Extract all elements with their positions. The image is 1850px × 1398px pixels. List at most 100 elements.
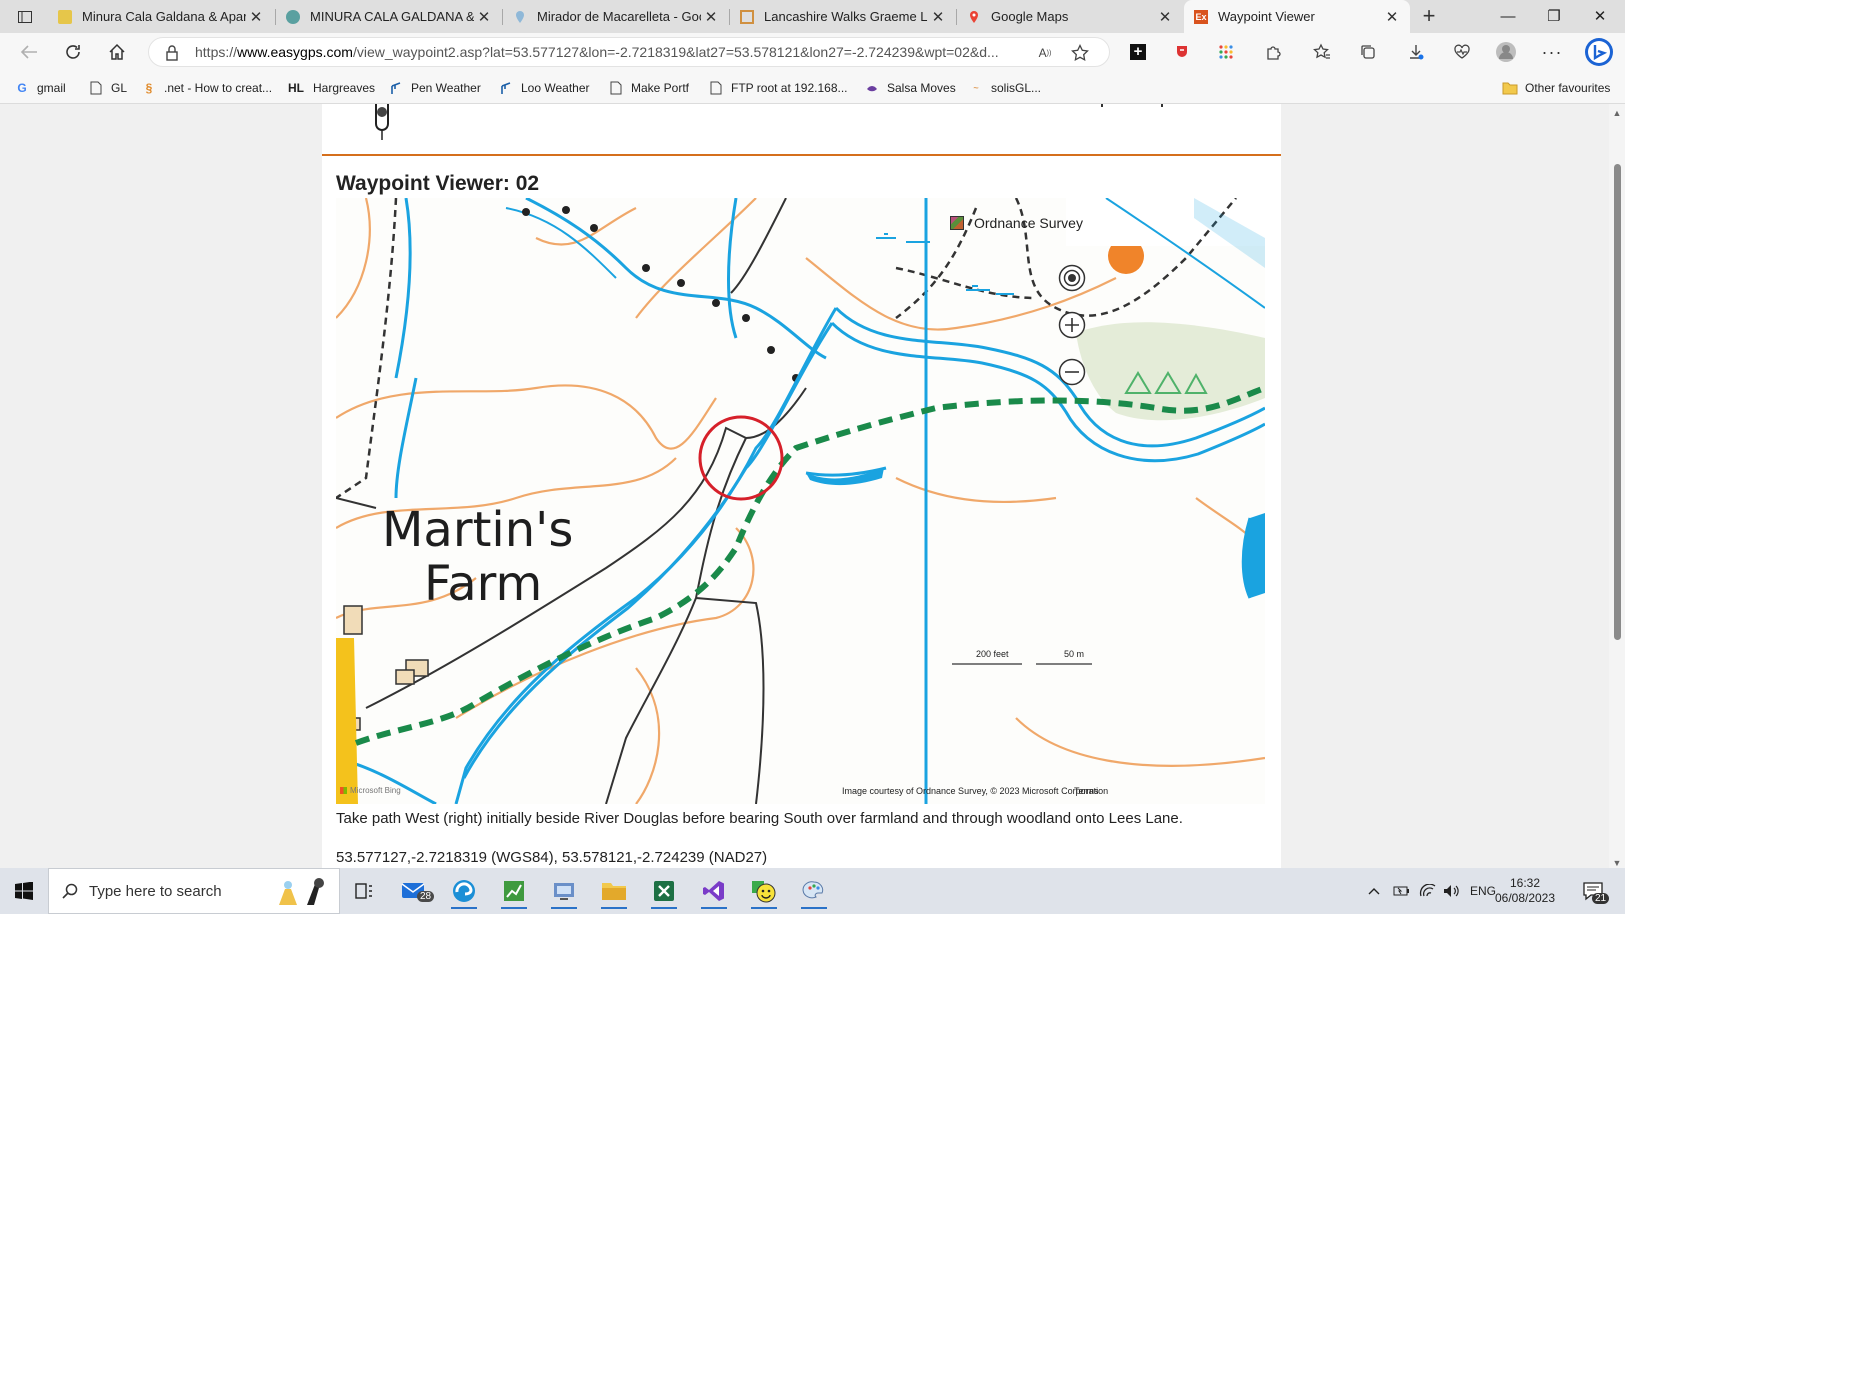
favourites-icon[interactable] xyxy=(1310,40,1334,64)
refresh-button[interactable] xyxy=(60,40,86,64)
map-place-label: Martin's xyxy=(382,502,574,558)
navigation-bar: https://www.easygps.com/view_waypoint2.a… xyxy=(0,33,1625,71)
downloads-icon[interactable] xyxy=(1404,40,1428,64)
apps-grid-icon[interactable] xyxy=(1214,40,1238,64)
minimize-button[interactable]: — xyxy=(1485,0,1531,33)
start-button[interactable] xyxy=(0,868,48,914)
scroll-down-icon[interactable]: ▼ xyxy=(1612,858,1622,868)
map-layer-selector[interactable]: Ordnance Survey xyxy=(950,212,1083,234)
wifi-tray-icon[interactable] xyxy=(1419,868,1437,914)
scrollbar-thumb[interactable] xyxy=(1614,164,1621,640)
other-favourites-folder[interactable]: Other favourites xyxy=(1502,79,1610,97)
taskbar-search[interactable]: Type here to search xyxy=(48,868,340,914)
tab-3[interactable]: Mirador de Macarelleta - Goo ✕ xyxy=(503,0,729,33)
zoom-in-button[interactable] xyxy=(1058,311,1086,339)
chevron-up-icon xyxy=(1368,888,1380,895)
scale-bar-feet-label: 200 feet xyxy=(976,649,1009,659)
taskbar-excel[interactable] xyxy=(645,873,683,909)
read-aloud-icon[interactable]: A)) xyxy=(1036,44,1054,62)
taskbar-mail[interactable]: 28 xyxy=(395,873,435,909)
favourite-pen-weather[interactable]: Pen Weather xyxy=(388,79,481,97)
smiley-icon xyxy=(752,881,776,903)
star-icon[interactable] xyxy=(1071,44,1089,62)
show-hidden-icons[interactable] xyxy=(1368,868,1380,914)
tab-close-icon[interactable]: ✕ xyxy=(246,8,266,26)
scroll-up-icon[interactable]: ▲ xyxy=(1612,108,1622,118)
tab-2[interactable]: MINURA CALA GALDANA & A ✕ xyxy=(276,0,502,33)
more-options-icon[interactable]: ··· xyxy=(1540,40,1564,64)
favourite-ftp-root[interactable]: FTP root at 192.168... xyxy=(708,79,848,97)
tab-close-icon[interactable]: ✕ xyxy=(701,8,721,26)
tab-close-icon[interactable]: ✕ xyxy=(928,8,948,26)
waypoint-coordinates: 53.577127,-2.7218319 (WGS84), 53.578121,… xyxy=(336,849,768,866)
volume-tray-icon[interactable] xyxy=(1443,868,1461,914)
waypoint-map[interactable]: Martin's Farm Ordnance Survey 200 feet 5… xyxy=(336,198,1265,804)
bing-chat-icon[interactable] xyxy=(1584,37,1614,67)
tab-actions-button[interactable] xyxy=(8,6,42,28)
arrow-left-icon xyxy=(20,45,37,59)
tab-5[interactable]: Google Maps ✕ xyxy=(957,0,1183,33)
favourite-salsa-moves[interactable]: Salsa Moves xyxy=(864,79,956,97)
task-view-button[interactable] xyxy=(345,873,383,909)
edge-browser-icon xyxy=(453,880,475,902)
favourite-solisgl[interactable]: ~ solisGL... xyxy=(968,79,1041,97)
lock-icon[interactable] xyxy=(163,44,181,62)
notification-center-button[interactable]: 21 xyxy=(1582,868,1610,914)
bing-brand-logo: Microsoft Bing xyxy=(340,786,401,795)
taskbar-project-app[interactable] xyxy=(495,873,533,909)
favourite-hargreaves[interactable]: HL Hargreaves xyxy=(286,79,375,97)
taskbar-visual-studio[interactable] xyxy=(695,873,733,909)
speaker-icon xyxy=(1444,885,1459,897)
profile-avatar-icon[interactable] xyxy=(1494,40,1518,64)
search-highlight-icon xyxy=(279,878,324,905)
favourite-dotnet[interactable]: § .net - How to creat... xyxy=(141,79,272,97)
extensions-puzzle-icon[interactable] xyxy=(1262,40,1286,64)
extension-shield-icon[interactable] xyxy=(1170,40,1194,64)
favourite-gmail[interactable]: Ggmail xyxy=(14,79,65,97)
tab-6-active[interactable]: Ex Waypoint Viewer ✕ xyxy=(1184,0,1410,33)
tab-close-icon[interactable]: ✕ xyxy=(1382,8,1402,26)
screen: Minura Cala Galdana & Apartm ✕ MINURA CA… xyxy=(0,0,1625,914)
microsoft-logo-icon xyxy=(340,787,347,794)
taskbar-remote-desktop[interactable] xyxy=(545,873,583,909)
battery-tray-icon[interactable] xyxy=(1393,868,1411,914)
os-map-canvas[interactable] xyxy=(336,198,1265,804)
new-tab-button[interactable]: + xyxy=(1416,4,1442,30)
mail-badge: 28 xyxy=(417,891,435,902)
tab-close-icon[interactable]: ✕ xyxy=(1155,8,1175,26)
home-button[interactable] xyxy=(104,40,130,64)
taskbar-clock[interactable]: 16:32 06/08/2023 xyxy=(1490,876,1560,906)
visual-studio-icon xyxy=(703,881,724,901)
svg-text:E: E xyxy=(412,104,445,117)
close-window-button[interactable]: ✕ xyxy=(1577,0,1623,33)
waypoint-description: Take path West (right) initially beside … xyxy=(336,810,1183,827)
tab-close-icon[interactable]: ✕ xyxy=(474,8,494,26)
collections-icon[interactable] xyxy=(1356,40,1380,64)
taskbar-file-explorer[interactable] xyxy=(595,873,633,909)
taskbar-smiley-app[interactable] xyxy=(745,873,783,909)
easygps-favicon-icon: Ex xyxy=(1194,9,1208,24)
page-scrollbar[interactable]: ▲ ▼ xyxy=(1609,104,1625,874)
performance-heart-icon[interactable] xyxy=(1450,40,1474,64)
favourite-make-portf[interactable]: Make Portf xyxy=(608,79,689,97)
waypoint-marker-icon xyxy=(698,415,784,501)
header-divider xyxy=(322,154,1281,156)
taskbar-edge[interactable] xyxy=(445,873,483,909)
taskbar-paint[interactable] xyxy=(795,873,833,909)
address-bar[interactable]: https://www.easygps.com/view_waypoint2.a… xyxy=(148,37,1110,67)
tab-bar: Minura Cala Galdana & Apartm ✕ MINURA CA… xyxy=(0,0,1625,33)
map-terms-link[interactable]: Terms xyxy=(1074,786,1099,796)
zoom-out-button[interactable] xyxy=(1058,358,1086,386)
back-button[interactable] xyxy=(16,40,42,64)
folder-icon xyxy=(1502,80,1518,96)
favourite-loo-weather[interactable]: Loo Weather xyxy=(498,79,590,97)
tab-4[interactable]: Lancashire Walks Graeme Link ✕ xyxy=(730,0,956,33)
extension-plus-icon[interactable]: + xyxy=(1126,40,1150,64)
favourite-gl[interactable]: GL xyxy=(88,79,127,97)
url-text[interactable]: https://www.easygps.com/view_waypoint2.a… xyxy=(195,44,999,60)
tab-1[interactable]: Minura Cala Galdana & Apartm ✕ xyxy=(48,0,274,33)
easygps-logo-icon: E xyxy=(375,104,1163,140)
restore-button[interactable]: ❐ xyxy=(1531,0,1577,33)
tab-title: Minura Cala Galdana & Apartm xyxy=(82,9,246,24)
locate-me-button[interactable] xyxy=(1058,264,1086,292)
